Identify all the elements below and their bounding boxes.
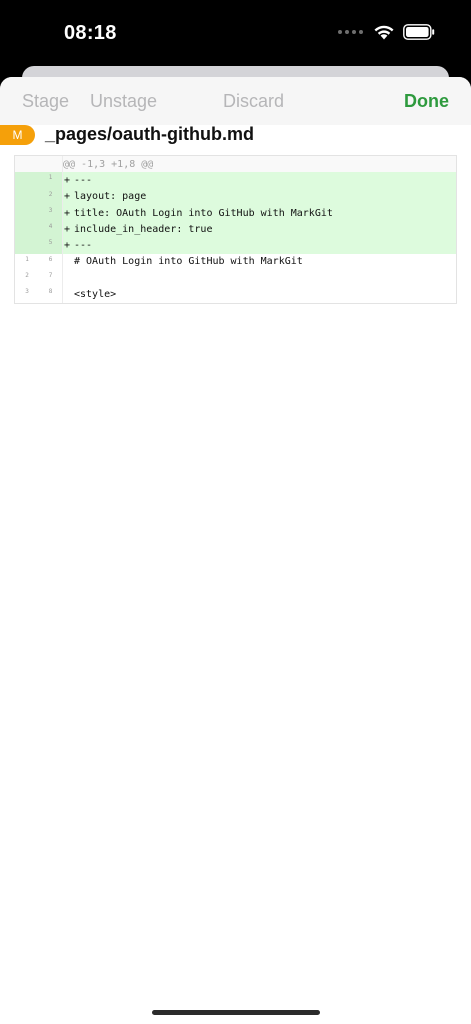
old-line-number bbox=[15, 221, 39, 238]
diff-line: 1 + --- bbox=[15, 172, 456, 189]
new-line-number: 6 bbox=[39, 253, 63, 271]
status-bar: 08:18 bbox=[0, 0, 471, 68]
diff-line-text: <style> bbox=[74, 289, 117, 301]
diff-marker: + bbox=[64, 240, 71, 252]
new-line-number: 4 bbox=[39, 221, 63, 238]
discard-button[interactable]: Discard bbox=[223, 91, 284, 112]
file-header: M _pages/oauth-github.md bbox=[0, 124, 471, 157]
screen: 08:18 Stage Unstage Discard Done M _page… bbox=[0, 0, 471, 1024]
diff-line-text: --- bbox=[74, 174, 93, 186]
old-line-number bbox=[15, 188, 39, 205]
cellular-signal-icon bbox=[338, 30, 363, 34]
old-line-number bbox=[15, 237, 39, 254]
new-line-number: 8 bbox=[39, 286, 63, 303]
new-line-number: 7 bbox=[39, 270, 63, 287]
status-time: 08:18 bbox=[64, 22, 117, 44]
diff-sheet: Stage Unstage Discard Done M _pages/oaut… bbox=[0, 77, 471, 1024]
status-indicators bbox=[338, 24, 435, 40]
unstage-button[interactable]: Unstage bbox=[90, 91, 157, 112]
home-indicator[interactable] bbox=[152, 1010, 320, 1015]
status-badge: M bbox=[0, 125, 35, 145]
hunk-header-text: @@ -1,3 +1,8 @@ bbox=[63, 158, 154, 170]
toolbar: Stage Unstage Discard Done bbox=[0, 77, 471, 125]
diff-marker: + bbox=[64, 174, 71, 186]
diff-line: 3 + title: OAuth Login into GitHub with Ma… bbox=[15, 204, 456, 222]
battery-icon bbox=[403, 24, 435, 40]
diff-line: 5 + --- bbox=[15, 237, 456, 254]
diff-line-text: include_in_header: true bbox=[74, 223, 213, 235]
new-line-number: 5 bbox=[39, 237, 63, 254]
hunk-header: @@ -1,3 +1,8 @@ bbox=[15, 156, 456, 173]
diff-line-text: # OAuth Login into GitHub with MarkGit bbox=[74, 256, 303, 268]
diff-line: 2 + layout: page bbox=[15, 188, 456, 205]
diff-line: 4 + include_in_header: true bbox=[15, 221, 456, 238]
diff-line-text: title: OAuth Login into GitHub with Mark… bbox=[74, 207, 333, 219]
file-name: _pages/oauth-github.md bbox=[45, 124, 254, 144]
diff-lines: 1 + --- 2 + layout: page 3 + title: OAuth Login … bbox=[15, 172, 456, 303]
new-line-number: 3 bbox=[39, 204, 63, 222]
old-line-number bbox=[15, 172, 39, 189]
stage-button[interactable]: Stage bbox=[22, 91, 69, 112]
diff-marker: + bbox=[64, 223, 71, 235]
diff-line: 3 8 <style> bbox=[15, 286, 456, 303]
wifi-icon bbox=[374, 25, 394, 40]
diff-line: 1 6 # OAuth Login into GitHub with MarkGit bbox=[15, 253, 456, 271]
new-line-number: 1 bbox=[39, 172, 63, 189]
diff-line-text: layout: page bbox=[74, 191, 147, 203]
diff-marker: + bbox=[64, 207, 71, 219]
diff-line-text: --- bbox=[74, 240, 93, 252]
diff-view[interactable]: @@ -1,3 +1,8 @@ 1 + --- 2 + layout: page 3 + tit… bbox=[14, 155, 457, 304]
diff-marker: + bbox=[64, 191, 71, 203]
old-line-number bbox=[15, 204, 39, 222]
old-line-number: 3 bbox=[25, 288, 29, 296]
done-button[interactable]: Done bbox=[404, 91, 449, 112]
new-line-number: 2 bbox=[39, 188, 63, 205]
old-line-number: 2 bbox=[25, 272, 29, 280]
diff-line: 27 bbox=[15, 270, 456, 287]
old-line-number: 1 bbox=[25, 255, 29, 263]
